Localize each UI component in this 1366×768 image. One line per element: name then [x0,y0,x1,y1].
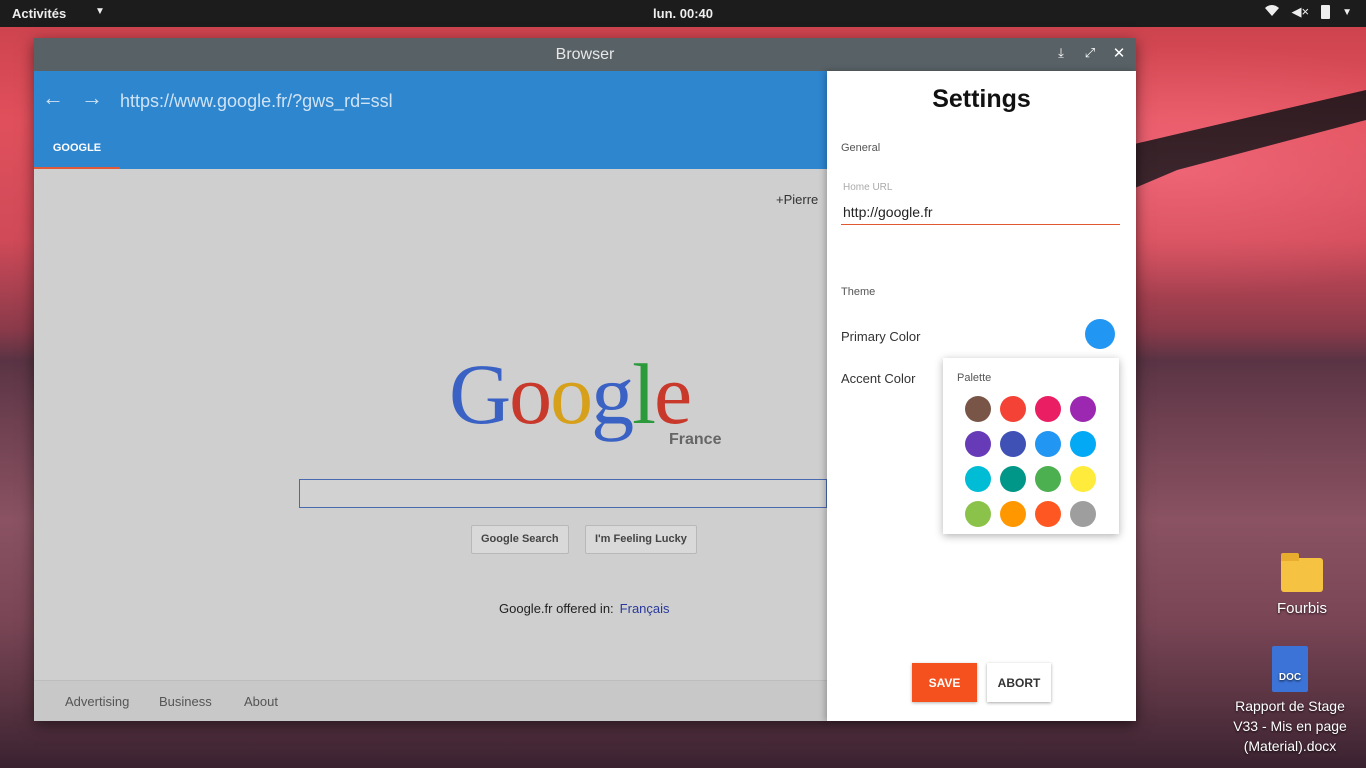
home-url-input[interactable] [841,199,1120,225]
palette-swatch[interactable] [1000,431,1026,457]
offered-text: Google.fr offered in: [499,601,614,616]
minimize-icon[interactable]: ⤓ [1052,45,1070,61]
logo-letter: l [632,346,656,442]
footer-link-about[interactable]: About [244,694,278,709]
palette-swatch[interactable] [965,396,991,422]
abort-button[interactable]: ABORT [987,663,1051,702]
close-icon[interactable]: ✕ [1110,44,1128,62]
palette-swatch[interactable] [1000,396,1026,422]
desktop-file-rapport[interactable]: DOC Rapport de Stage V33 - Mis en page (… [1222,646,1358,756]
google-footer: Advertising Business About [34,680,827,721]
doc-file-icon: DOC [1272,646,1308,692]
palette-swatch[interactable] [1070,396,1096,422]
logo-letter: g [591,346,634,442]
primary-color-label: Primary Color [841,329,921,344]
palette-swatch[interactable] [1070,431,1096,457]
palette-swatch[interactable] [965,431,991,457]
home-url-label: Home URL [843,182,893,193]
window-titlebar[interactable]: Browser ⤓ ⤢ ✕ [34,38,1136,71]
feeling-lucky-button[interactable]: I'm Feeling Lucky [585,525,697,554]
save-button[interactable]: SAVE [912,663,977,702]
google-search-button[interactable]: Google Search [471,525,569,554]
top-bar: Activités ▼ lun. 00:40 ◀× ▼ [0,0,1366,27]
tab-google[interactable]: GOOGLE [34,133,120,169]
folder-label: Fourbis [1276,600,1328,617]
system-menu-arrow-icon[interactable]: ▼ [1342,7,1352,18]
maximize-icon[interactable]: ⤢ [1081,45,1099,61]
system-tray[interactable]: ◀× ▼ [1264,4,1352,20]
language-link-francais[interactable]: Français [620,601,670,616]
palette-swatch[interactable] [1000,501,1026,527]
folder-icon [1281,553,1323,592]
clock[interactable]: lun. 00:40 [0,6,1366,21]
color-palette-popup: Palette [943,358,1119,534]
google-search-input[interactable] [299,479,827,508]
back-arrow-icon[interactable]: ← [42,85,64,111]
theme-section-label: Theme [841,286,876,298]
forward-arrow-icon[interactable]: → [81,85,103,111]
palette-swatch[interactable] [1070,466,1096,492]
primary-color-swatch[interactable] [1085,319,1115,349]
user-link[interactable]: +Pierre [776,192,818,207]
palette-swatch[interactable] [1035,431,1061,457]
logo-letter: e [654,346,692,442]
logo-subtitle: France [669,431,722,448]
palette-swatch[interactable] [1035,501,1061,527]
palette-grid [965,396,1096,527]
palette-swatch[interactable] [965,501,991,527]
window-title: Browser [555,46,615,63]
battery-icon[interactable] [1321,5,1331,19]
settings-title: Settings [932,85,1031,113]
url-input[interactable] [120,88,810,114]
palette-swatch[interactable] [1035,396,1061,422]
file-label-line: V33 - Mis en page [1233,718,1347,734]
footer-link-business[interactable]: Business [159,694,212,709]
palette-swatch[interactable] [965,466,991,492]
desktop-folder-fourbis[interactable]: Fourbis [1262,553,1342,617]
file-label-line: (Material).docx [1243,738,1337,754]
palette-swatch[interactable] [1070,501,1096,527]
google-logo: Google [449,351,692,437]
doc-badge: DOC [1278,672,1302,683]
palette-swatch[interactable] [1035,466,1061,492]
general-section-label: General [841,142,881,154]
accent-color-label: Accent Color [841,371,916,386]
logo-letter: o [509,346,552,442]
volume-muted-icon[interactable]: ◀× [1292,4,1310,20]
logo-letter: G [449,346,511,442]
palette-swatch[interactable] [1000,466,1026,492]
wifi-icon[interactable] [1264,4,1280,20]
offered-in: Google.fr offered in: Français [499,601,670,616]
browser-toolbar: ← → GOOGLE [34,71,827,169]
footer-link-advertising[interactable]: Advertising [65,694,129,709]
palette-title: Palette [957,372,992,384]
logo-letter: o [550,346,593,442]
web-content: +Pierre Google France Google Search I'm … [34,169,827,721]
file-label-line: Rapport de Stage [1235,698,1345,714]
